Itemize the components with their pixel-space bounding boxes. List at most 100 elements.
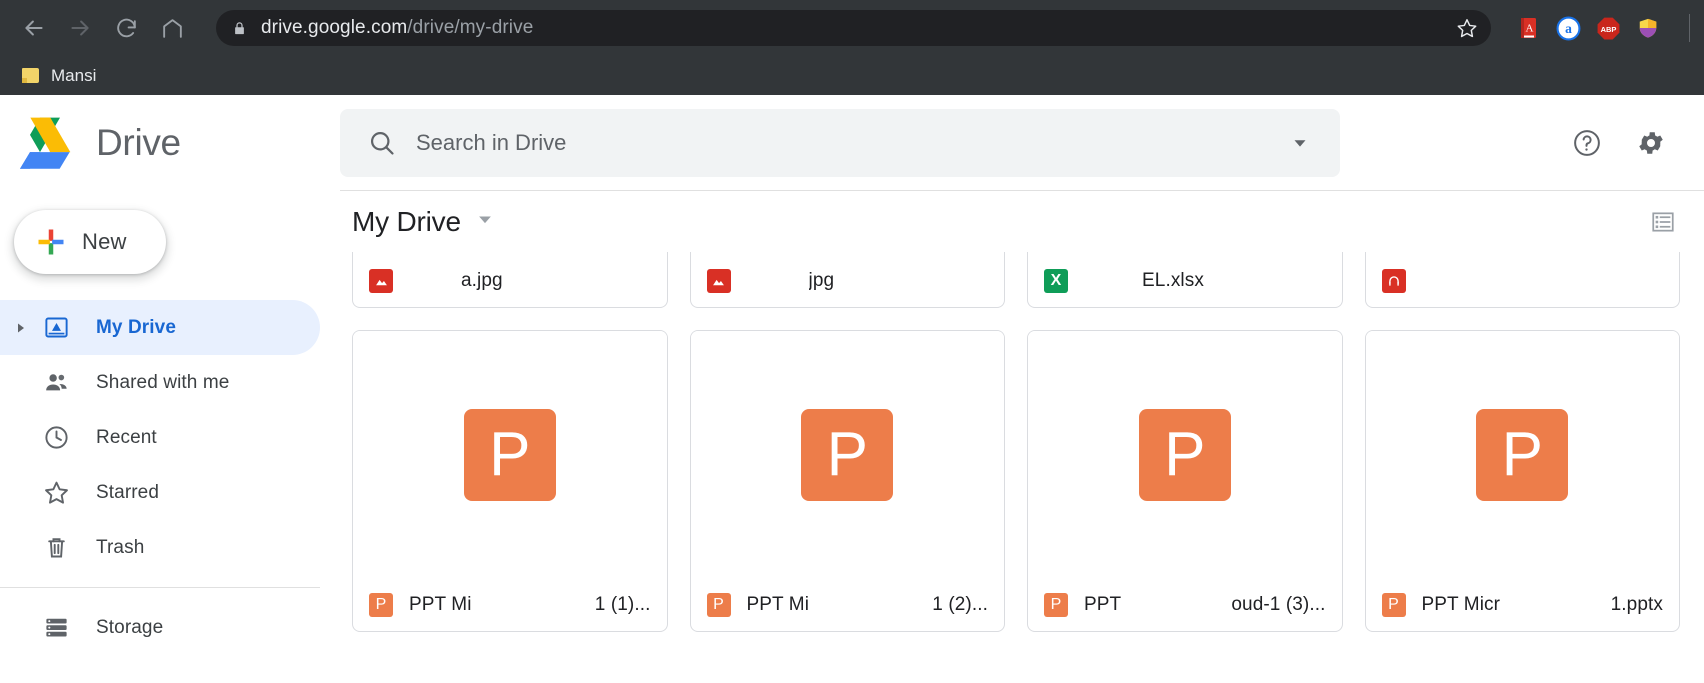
bookmarks-bar: Mansi bbox=[0, 56, 1704, 95]
jpg-file-icon bbox=[369, 269, 393, 293]
people-icon bbox=[34, 368, 78, 398]
pptx-file-icon: P bbox=[369, 593, 393, 617]
grammarly-extension-icon[interactable]: a bbox=[1555, 15, 1581, 41]
file-thumbnail: P bbox=[1366, 331, 1680, 579]
star-outline-icon bbox=[34, 478, 78, 508]
file-card[interactable]: X EL.xlsx bbox=[1027, 252, 1343, 308]
breadcrumb[interactable]: My Drive bbox=[352, 206, 495, 238]
file-name: EL.xlsx bbox=[1142, 270, 1204, 292]
search-bar[interactable] bbox=[340, 109, 1340, 177]
list-view-icon[interactable] bbox=[1646, 205, 1680, 239]
pptx-thumbnail-icon: P bbox=[801, 409, 893, 501]
file-card-footer bbox=[1366, 255, 1680, 307]
file-card[interactable]: jpg bbox=[690, 252, 1006, 308]
page-title: Drive bbox=[96, 122, 181, 164]
adblock-plus-extension-icon[interactable]: ABP bbox=[1595, 15, 1621, 41]
home-icon[interactable] bbox=[152, 8, 192, 48]
svg-text:A: A bbox=[1526, 23, 1534, 35]
back-arrow-icon[interactable] bbox=[14, 8, 54, 48]
sidebar-item-shared-with-me[interactable]: Shared with me bbox=[0, 355, 320, 410]
gear-icon[interactable] bbox=[1630, 122, 1672, 164]
drive-body: New My Drive bbox=[0, 190, 1704, 683]
reload-icon[interactable] bbox=[106, 8, 146, 48]
browser-chrome: drive.google.com/drive/my-drive A bbox=[0, 0, 1704, 95]
file-thumbnail: P bbox=[691, 331, 1005, 579]
star-icon[interactable] bbox=[1453, 14, 1481, 42]
file-name-suffix: 1 (2)... bbox=[932, 594, 988, 616]
file-name-suffix: 1.pptx bbox=[1611, 594, 1663, 616]
address-bar[interactable]: drive.google.com/drive/my-drive bbox=[216, 10, 1491, 46]
new-button-label: New bbox=[82, 229, 127, 255]
breadcrumb-title: My Drive bbox=[352, 206, 461, 238]
file-name-suffix: 1 (1)... bbox=[595, 594, 651, 616]
file-card-footer: X EL.xlsx bbox=[1028, 255, 1342, 307]
svg-text:ABP: ABP bbox=[1600, 25, 1616, 34]
file-card-footer: P PPT oud-1 (3)... bbox=[1028, 579, 1342, 631]
bookmark-label: Mansi bbox=[51, 66, 96, 86]
file-card-footer: a.jpg bbox=[353, 255, 667, 307]
file-card[interactable]: P P PPT oud-1 (3)... bbox=[1027, 330, 1343, 632]
url-text: drive.google.com/drive/my-drive bbox=[261, 17, 533, 39]
file-card-footer: jpg bbox=[691, 255, 1005, 307]
extension-icons: A a ABP bbox=[1515, 14, 1690, 42]
clock-icon bbox=[34, 423, 78, 453]
bookmark-mansi[interactable]: Mansi bbox=[14, 62, 104, 90]
pptx-file-icon: P bbox=[707, 593, 731, 617]
sidebar-item-starred[interactable]: Starred bbox=[0, 465, 320, 520]
url-domain: drive.google.com bbox=[261, 17, 407, 38]
folder-icon bbox=[22, 68, 39, 83]
pptx-file-icon: P bbox=[1382, 593, 1406, 617]
forward-arrow-icon[interactable] bbox=[60, 8, 100, 48]
url-path: /drive/my-drive bbox=[407, 17, 533, 38]
pptx-thumbnail-icon: P bbox=[464, 409, 556, 501]
sidebar-item-storage[interactable]: Storage bbox=[0, 600, 320, 655]
file-card[interactable]: P P PPT Micr 1.pptx bbox=[1365, 330, 1681, 632]
drive-brand[interactable]: Drive bbox=[0, 116, 340, 169]
sidebar: New My Drive bbox=[0, 190, 340, 683]
sidebar-label-storage: Storage bbox=[96, 617, 163, 639]
file-card-footer: P PPT Micr 1.pptx bbox=[1366, 579, 1680, 631]
sidebar-label-trash: Trash bbox=[96, 537, 144, 559]
file-name: jpg bbox=[809, 270, 835, 292]
file-card[interactable]: P P PPT Mi 1 (2)... bbox=[690, 330, 1006, 632]
xlsx-file-icon: X bbox=[1044, 269, 1068, 293]
file-name-prefix: PPT Mi bbox=[409, 594, 472, 616]
sidebar-label-starred: Starred bbox=[96, 482, 159, 504]
file-thumbnail: P bbox=[1028, 331, 1342, 579]
drive-app: Drive bbox=[0, 95, 1704, 683]
file-grid-row-clipped: a.jpg jpg X EL. bbox=[352, 252, 1680, 308]
jpg-file-icon bbox=[707, 269, 731, 293]
new-button[interactable]: New bbox=[14, 210, 166, 274]
sidebar-item-trash[interactable]: Trash bbox=[0, 520, 320, 575]
chevron-down-icon[interactable] bbox=[1282, 125, 1318, 161]
file-grid-scroll[interactable]: a.jpg jpg X EL. bbox=[340, 252, 1704, 683]
search-input[interactable] bbox=[416, 130, 1282, 156]
file-card-footer: P PPT Mi 1 (1)... bbox=[353, 579, 667, 631]
caret-down-icon[interactable] bbox=[475, 209, 495, 234]
file-card[interactable]: a.jpg bbox=[352, 252, 668, 308]
file-card[interactable]: P P PPT Mi 1 (1)... bbox=[352, 330, 668, 632]
file-card[interactable] bbox=[1365, 252, 1681, 308]
content-area: My Drive bbox=[340, 190, 1704, 683]
dictionary-extension-icon[interactable]: A bbox=[1515, 15, 1541, 41]
file-name-prefix: PPT Mi bbox=[747, 594, 810, 616]
expand-triangle-icon[interactable] bbox=[8, 322, 34, 334]
sidebar-item-my-drive[interactable]: My Drive bbox=[0, 300, 320, 355]
drive-header: Drive bbox=[0, 95, 1704, 190]
chrome-divider bbox=[1689, 14, 1690, 42]
help-circle-icon[interactable] bbox=[1566, 122, 1608, 164]
file-name-prefix: PPT Micr bbox=[1422, 594, 1501, 616]
shield-extension-icon[interactable] bbox=[1635, 15, 1661, 41]
search-icon[interactable] bbox=[362, 123, 402, 163]
lock-icon bbox=[232, 20, 247, 37]
file-grid-row-ppt: P P PPT Mi 1 (1)... P P bbox=[352, 330, 1680, 632]
google-drive-logo bbox=[20, 116, 80, 169]
svg-text:a: a bbox=[1565, 21, 1572, 36]
sidebar-nav-list: My Drive Shared with me bbox=[0, 300, 340, 655]
sidebar-item-recent[interactable]: Recent bbox=[0, 410, 320, 465]
content-topbar: My Drive bbox=[340, 190, 1704, 252]
audio-file-icon bbox=[1382, 269, 1406, 293]
trash-icon bbox=[34, 533, 78, 563]
file-name: a.jpg bbox=[461, 270, 503, 292]
sidebar-label-shared-with-me: Shared with me bbox=[96, 372, 229, 394]
